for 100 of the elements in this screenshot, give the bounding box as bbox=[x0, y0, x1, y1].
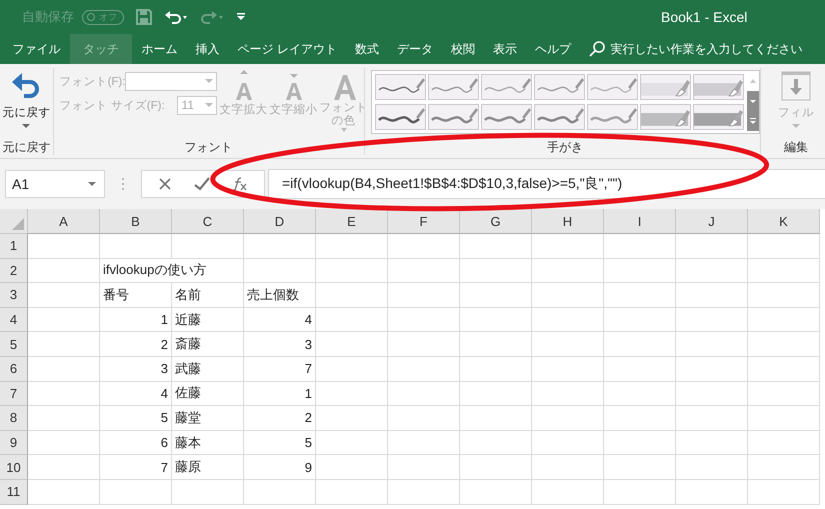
pen-swatch[interactable] bbox=[586, 104, 638, 130]
table-cell bbox=[676, 283, 748, 308]
table-cell: 2 bbox=[100, 332, 172, 357]
search-field[interactable]: 実行したい作業を入力してください bbox=[588, 34, 802, 64]
row-header[interactable]: 5 bbox=[0, 332, 28, 357]
select-all-corner[interactable] bbox=[0, 209, 28, 234]
table-cell bbox=[244, 234, 316, 259]
table-cell bbox=[388, 283, 460, 308]
scroll-down-icon[interactable] bbox=[746, 91, 759, 111]
row-header[interactable]: 8 bbox=[0, 406, 28, 431]
table-cell bbox=[388, 332, 460, 357]
caret-icon[interactable] bbox=[22, 124, 30, 129]
table-cell: 1 bbox=[100, 308, 172, 332]
highlighter-swatch[interactable] bbox=[692, 74, 744, 100]
table-cell bbox=[532, 283, 604, 308]
name-box[interactable]: A1 bbox=[5, 170, 105, 198]
table-cell bbox=[460, 283, 532, 308]
column-header[interactable]: H bbox=[532, 209, 604, 234]
window-title: Book1 - Excel bbox=[661, 9, 748, 25]
formula-field[interactable]: =if(vlookup(B4,Sheet1!$B$4:$D$10,3,false)>=5,"良","") bbox=[268, 169, 825, 199]
ribbon-tab[interactable]: ホーム bbox=[133, 34, 186, 64]
pen-swatch[interactable] bbox=[428, 104, 479, 130]
highlighter-swatch[interactable] bbox=[640, 104, 691, 130]
column-header[interactable]: F bbox=[388, 209, 460, 234]
table-cell bbox=[28, 356, 100, 382]
ribbon-tab[interactable]: ヘルプ bbox=[526, 34, 580, 64]
font-size-label: フォント サイズ(F): bbox=[60, 98, 165, 112]
table-cell bbox=[748, 332, 820, 357]
row-header[interactable]: 6 bbox=[0, 356, 28, 382]
table-cell bbox=[244, 258, 316, 284]
row-header[interactable]: 10 bbox=[0, 455, 28, 480]
ribbon-tab[interactable]: 挿入 bbox=[187, 34, 228, 64]
row-header[interactable]: 4 bbox=[0, 308, 28, 332]
cancel-icon[interactable] bbox=[158, 177, 172, 191]
column-header[interactable]: E bbox=[316, 209, 388, 234]
table-cell bbox=[460, 480, 532, 505]
group-label: 編集 bbox=[782, 139, 809, 155]
table-cell bbox=[748, 234, 820, 259]
insert-function-icon[interactable] bbox=[232, 177, 248, 191]
ribbon-tab[interactable]: ファイル bbox=[4, 34, 69, 64]
table-cell bbox=[172, 234, 244, 259]
customize-icon[interactable] bbox=[236, 12, 246, 22]
table-cell bbox=[532, 332, 604, 357]
table-cell bbox=[532, 406, 604, 431]
undo-button[interactable]: 元に戻す bbox=[2, 68, 50, 120]
drag-handle-icon[interactable] bbox=[121, 177, 125, 191]
table-cell: 6 bbox=[100, 430, 172, 456]
more-icon[interactable] bbox=[746, 111, 759, 131]
pen-swatch[interactable] bbox=[586, 74, 638, 100]
table-cell: 7 bbox=[100, 455, 172, 480]
pen-swatch[interactable] bbox=[374, 104, 426, 130]
column-header[interactable]: C bbox=[172, 209, 244, 234]
table-cell bbox=[676, 430, 748, 456]
ribbon-tab[interactable]: 校閲 bbox=[442, 34, 484, 64]
table-cell bbox=[460, 430, 532, 456]
pen-swatch[interactable] bbox=[534, 104, 585, 130]
highlighter-swatch[interactable] bbox=[640, 74, 691, 100]
table-cell bbox=[460, 258, 532, 284]
pen-swatch[interactable] bbox=[428, 74, 479, 100]
table-cell bbox=[460, 356, 532, 382]
autosave-label: 自動保存 bbox=[22, 8, 74, 26]
ribbon-tab[interactable]: 表示 bbox=[484, 34, 526, 64]
table-cell bbox=[316, 332, 388, 357]
ribbon-tab[interactable]: データ bbox=[388, 34, 442, 64]
pen-swatch[interactable] bbox=[374, 74, 426, 100]
row-header[interactable]: 7 bbox=[0, 382, 28, 406]
row-header[interactable]: 3 bbox=[0, 283, 28, 308]
undo-icon[interactable] bbox=[164, 9, 188, 25]
table-cell bbox=[532, 430, 604, 456]
pen-swatch[interactable] bbox=[480, 74, 532, 100]
column-header[interactable]: J bbox=[676, 209, 748, 234]
row-header[interactable]: 2 bbox=[0, 258, 28, 284]
caret-icon bbox=[340, 128, 347, 132]
table-cell bbox=[388, 406, 460, 431]
column-header[interactable]: G bbox=[460, 209, 532, 234]
column-header[interactable]: A bbox=[28, 209, 100, 234]
table-cell bbox=[532, 234, 604, 259]
row-header[interactable]: 11 bbox=[0, 480, 28, 505]
ribbon-tab[interactable]: 数式 bbox=[346, 34, 388, 64]
column-header[interactable]: I bbox=[604, 209, 676, 234]
table-cell bbox=[604, 455, 676, 480]
table-cell bbox=[388, 356, 460, 382]
row-header[interactable]: 1 bbox=[0, 234, 28, 259]
column-header[interactable]: K bbox=[748, 209, 820, 234]
save-icon[interactable] bbox=[136, 9, 152, 25]
pen-swatch[interactable] bbox=[480, 104, 532, 130]
table-cell bbox=[28, 283, 100, 308]
table-cell bbox=[604, 283, 676, 308]
highlighter-swatch[interactable] bbox=[692, 104, 744, 130]
table-cell bbox=[748, 356, 820, 382]
column-header[interactable]: B bbox=[100, 209, 172, 234]
table-cell bbox=[100, 234, 172, 259]
table-cell bbox=[244, 480, 316, 505]
column-header[interactable]: D bbox=[244, 209, 316, 234]
table-cell bbox=[316, 480, 388, 505]
check-icon[interactable] bbox=[194, 177, 210, 191]
row-header[interactable]: 9 bbox=[0, 430, 28, 456]
pen-swatch[interactable] bbox=[534, 74, 585, 100]
ribbon-tab[interactable]: ページ レイアウト bbox=[229, 34, 346, 64]
table-cell bbox=[748, 258, 820, 284]
